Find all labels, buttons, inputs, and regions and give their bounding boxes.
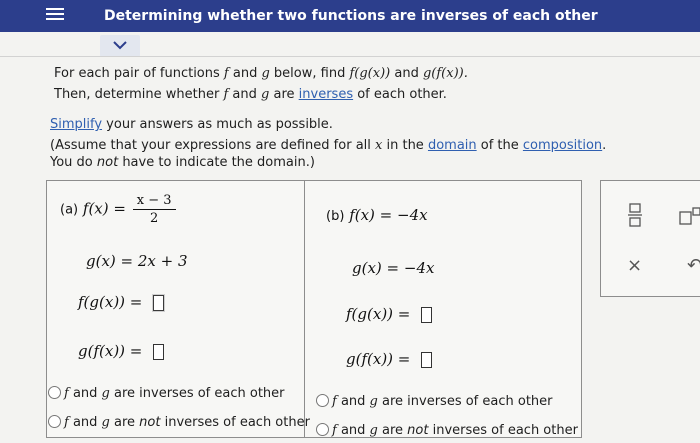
inverses-link[interactable]: inverses — [299, 87, 353, 102]
part-b-g-definition: g(x) = −4x — [352, 259, 435, 277]
math-toolbar: × ↶ — [600, 180, 700, 297]
prompt-line-1: For each pair of functions f and g below… — [54, 66, 468, 81]
part-a-g-definition: g(x) = 2x + 3 — [86, 252, 188, 270]
radio-button[interactable] — [316, 423, 329, 436]
part-a-f-definition: (a) f(x) = x − 32 — [60, 193, 178, 226]
prompt-line-5: You do not have to indicate the domain.) — [50, 155, 315, 170]
collapse-button[interactable] — [100, 35, 140, 57]
panel-divider — [304, 180, 305, 438]
fraction-icon[interactable] — [627, 203, 643, 227]
part-b-f-definition: (b) f(x) = −4x — [326, 206, 428, 224]
part-b-gf-input[interactable] — [421, 352, 433, 368]
prompt-line-2: Then, determine whether f and g are inve… — [54, 87, 447, 102]
clear-button[interactable]: × — [627, 255, 642, 276]
prompt-line-3: Simplify your answers as much as possibl… — [50, 117, 333, 132]
part-a-option-not-inverses[interactable]: f and g are not inverses of each other — [48, 415, 310, 430]
exponent-icon[interactable] — [679, 207, 700, 225]
part-a-fg-row: f(g(x)) = — [78, 293, 165, 311]
part-b-gf-row: g(f(x)) = — [346, 350, 433, 368]
domain-link[interactable]: domain — [428, 138, 477, 153]
part-b-option-inverses[interactable]: f and g are inverses of each other — [316, 394, 553, 409]
menu-icon[interactable] — [46, 5, 66, 25]
part-a-gf-input[interactable] — [153, 344, 165, 360]
prompt-line-4: (Assume that your expressions are define… — [50, 138, 607, 153]
simplify-link[interactable]: Simplify — [50, 117, 102, 132]
undo-button[interactable]: ↶ — [687, 255, 700, 276]
part-a-gf-row: g(f(x)) = — [78, 342, 165, 360]
header-bar: Determining whether two functions are in… — [0, 0, 700, 32]
chevron-down-icon — [113, 41, 127, 50]
radio-button[interactable] — [316, 394, 329, 407]
part-b-option-not-inverses[interactable]: f and g are not inverses of each other — [316, 423, 578, 438]
radio-button[interactable] — [48, 386, 61, 399]
divider — [0, 56, 700, 57]
part-b-fg-input[interactable] — [421, 307, 433, 323]
page-title: Determining whether two functions are in… — [104, 8, 598, 24]
radio-button[interactable] — [48, 415, 61, 428]
composition-link[interactable]: composition — [523, 138, 602, 153]
part-b-fg-row: f(g(x)) = — [346, 305, 433, 323]
part-a-fg-input[interactable] — [153, 295, 165, 311]
part-a-option-inverses[interactable]: f and g are inverses of each other — [48, 386, 285, 401]
